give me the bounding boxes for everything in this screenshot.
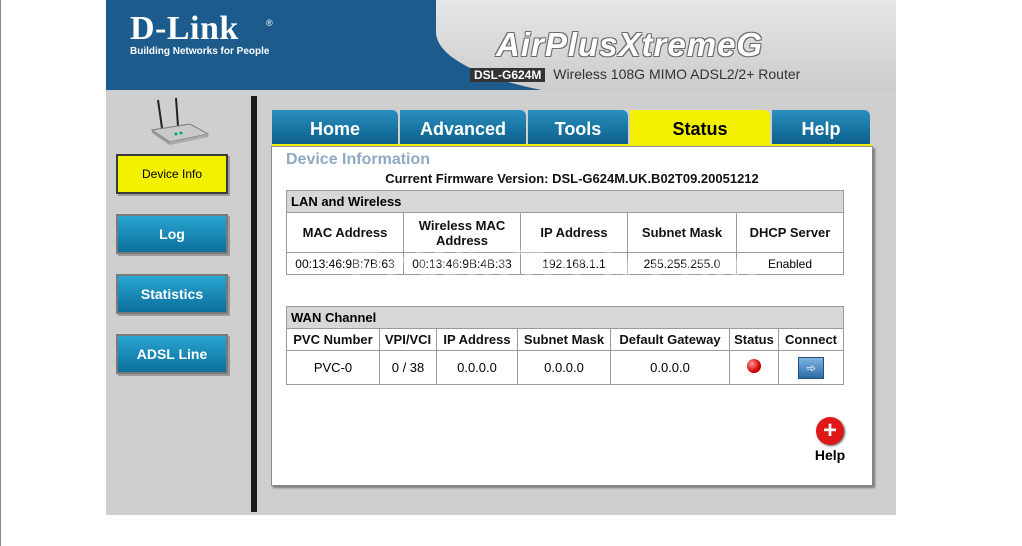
sidebar-item-log[interactable]: Log [116, 214, 228, 254]
column-header: Status [729, 328, 779, 351]
main-tabs: Home Advanced Tools Status Help [272, 110, 872, 146]
table-group-title: LAN and Wireless [286, 190, 844, 213]
model-badge: DSL-G624M [470, 68, 546, 82]
watermark: PcWinTech.com [349, 239, 760, 297]
tab-advanced[interactable]: Advanced [400, 110, 526, 144]
status-red-led-icon [747, 359, 761, 373]
table-row: PVC-0 0 / 38 0.0.0.0 0.0.0.0 0.0.0.0 ➾ [286, 350, 844, 385]
model-description: Wireless 108G MIMO ADSL2/2+ Router [553, 66, 801, 82]
tab-status[interactable]: Status [630, 110, 770, 144]
cell-wan-ip: 0.0.0.0 [436, 350, 518, 385]
page-title: Device Information [286, 151, 431, 168]
column-header: IP Address [436, 328, 518, 351]
tab-tools[interactable]: Tools [528, 110, 628, 144]
header-banner: D-Link ® Building Networks for People Ai… [106, 0, 896, 90]
sidebar-divider [251, 96, 257, 512]
router-admin-frame: D-Link ® Building Networks for People Ai… [106, 0, 896, 515]
cell-status [729, 350, 779, 385]
column-header: Subnet Mask [517, 328, 611, 351]
column-header: Connect [778, 328, 844, 351]
cell-wan-subnet: 0.0.0.0 [517, 350, 611, 385]
page-edge [0, 0, 1, 546]
sidebar-item-adsl-line[interactable]: ADSL Line [116, 334, 228, 374]
wan-channel-table: WAN Channel PVC Number VPI/VCI IP Addres… [286, 306, 844, 385]
connect-arrow-icon[interactable]: ➾ [798, 356, 824, 379]
sidebar-item-statistics[interactable]: Statistics [116, 274, 228, 314]
cell-pvc: PVC-0 [286, 350, 380, 385]
column-header: PVC Number [286, 328, 380, 351]
table-group-title: WAN Channel [286, 306, 844, 329]
cell-connect: ➾ [778, 350, 844, 385]
column-header: VPI/VCI [379, 328, 437, 351]
logo-tagline: Building Networks for People [130, 46, 270, 57]
product-name: AirPlusXtremeG [496, 26, 764, 63]
cell-vpi-vci: 0 / 38 [379, 350, 437, 385]
model-line: DSL-G624M Wireless 108G MIMO ADSL2/2+ Ro… [470, 66, 800, 82]
column-header: Default Gateway [610, 328, 730, 351]
firmware-version: Current Firmware Version: DSL-G624M.UK.B… [385, 171, 759, 186]
router-icon [150, 98, 210, 145]
dlink-logo: D-Link ® Building Networks for People [130, 10, 273, 58]
help-button[interactable]: + Help [810, 417, 850, 463]
logo-text: D-Link [130, 10, 239, 47]
logo-registered-mark: ® [266, 18, 273, 28]
sidebar-item-device-info[interactable]: Device Info [116, 154, 228, 194]
cell-gateway: 0.0.0.0 [610, 350, 730, 385]
help-label: Help [814, 447, 846, 463]
content-panel: Device Information Current Firmware Vers… [271, 146, 873, 486]
tab-home[interactable]: Home [272, 110, 398, 144]
help-plus-icon: + [816, 417, 844, 445]
tab-help[interactable]: Help [772, 110, 870, 144]
